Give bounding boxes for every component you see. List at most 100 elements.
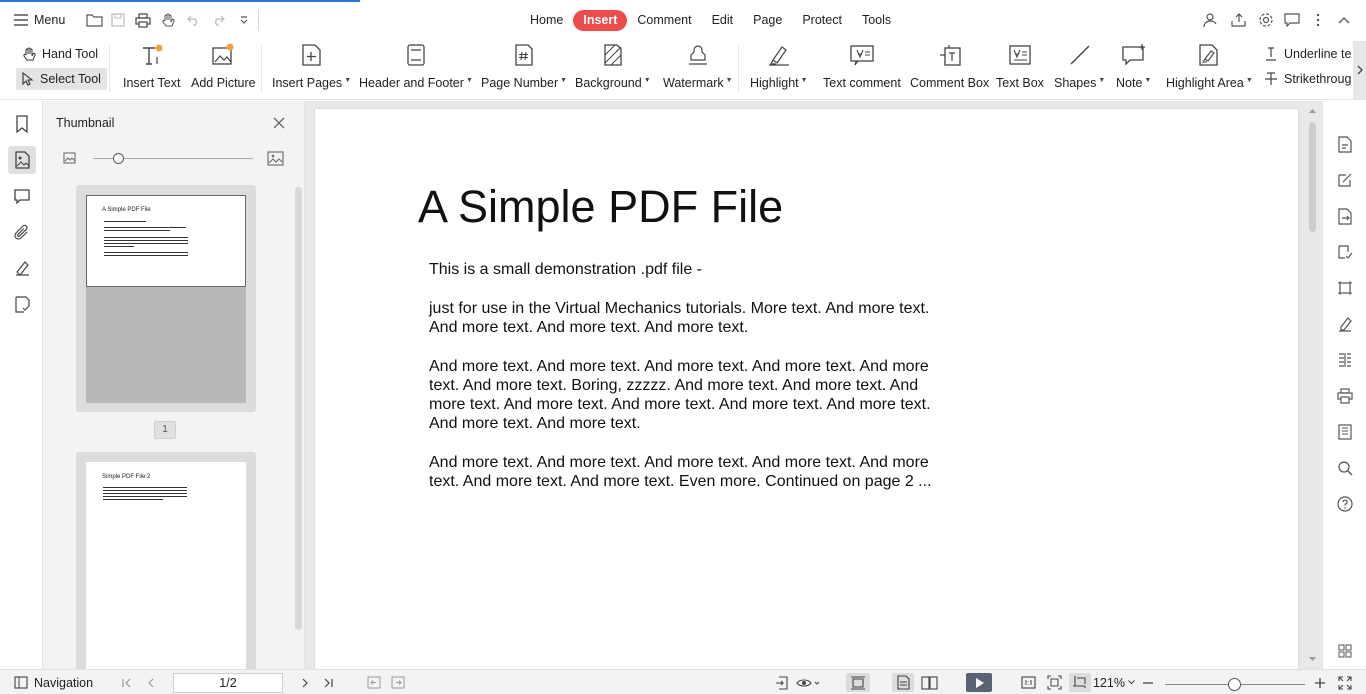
scroll-down-icon[interactable] (1309, 657, 1316, 662)
tab-home[interactable]: Home (520, 10, 573, 31)
back-view-icon[interactable] (366, 673, 382, 692)
document-vertical-scrollbar[interactable] (1306, 106, 1318, 664)
close-icon[interactable] (272, 116, 286, 130)
signature-icon[interactable] (8, 254, 36, 282)
two-page-view-icon[interactable] (918, 673, 940, 692)
forward-view-icon[interactable] (390, 673, 406, 692)
zoom-in-icon[interactable] (1312, 673, 1328, 692)
fullscreen-icon[interactable] (1336, 673, 1354, 692)
insert-text-button[interactable]: Insert Text (123, 42, 180, 90)
forms-icon[interactable] (8, 290, 36, 318)
note-button[interactable]: Note ▼ (1116, 42, 1151, 90)
zoom-level-value: 121% (1093, 675, 1125, 690)
strikethrough-button[interactable]: Strikethroug (1264, 69, 1352, 89)
next-page-icon[interactable] (297, 673, 313, 692)
account-icon[interactable] (1201, 10, 1221, 30)
text-box-icon (1007, 42, 1033, 68)
background-button[interactable]: Background ▼ (575, 42, 651, 90)
pdf-to-word-icon[interactable] (1335, 134, 1355, 154)
tab-page[interactable]: Page (743, 10, 792, 31)
dropdown-caret-icon: ▼ (560, 77, 568, 84)
single-page-view-icon[interactable] (892, 673, 914, 692)
redo-icon[interactable] (208, 10, 228, 30)
compare-icon[interactable] (1335, 350, 1355, 370)
insert-pages-button[interactable]: Insert Pages ▼ (272, 42, 351, 90)
apps-grid-icon[interactable] (1335, 641, 1355, 661)
save-icon[interactable] (108, 10, 128, 30)
attachment-icon[interactable] (8, 218, 36, 246)
thumbnail-scrollbar[interactable] (295, 187, 302, 630)
fit-page-icon[interactable] (1044, 673, 1064, 692)
cursor-arrow-icon (22, 72, 34, 86)
extract-page-icon[interactable] (773, 673, 791, 692)
hand-icon (22, 47, 36, 62)
tab-tools[interactable]: Tools (852, 10, 901, 31)
actual-size-icon[interactable] (1018, 673, 1038, 692)
underline-text-button[interactable]: Underline tex (1264, 44, 1352, 64)
open-folder-icon[interactable] (84, 10, 104, 30)
page-number-button[interactable]: Page Number ▼ (481, 42, 567, 90)
hand-icon[interactable] (158, 10, 178, 30)
customize-quick-access-icon[interactable] (234, 10, 254, 30)
scroll-up-icon[interactable] (1309, 108, 1316, 113)
large-image-icon[interactable] (267, 151, 284, 166)
watermark-button[interactable]: Watermark ▼ (663, 42, 733, 90)
highlight-area-button[interactable]: Highlight Area ▼ (1166, 42, 1253, 90)
fill-sign-icon[interactable] (1335, 242, 1355, 262)
last-page-icon[interactable] (320, 673, 336, 692)
thumbnail-page-2[interactable]: Simple PDF File 2 (76, 452, 256, 682)
tab-insert[interactable]: Insert (573, 10, 628, 31)
tab-protect[interactable]: Protect (792, 10, 852, 31)
thumbnail-page-1[interactable]: A Simple PDF File (76, 185, 256, 412)
tab-edit[interactable]: Edit (702, 10, 744, 31)
single-page-scroll-icon[interactable] (846, 673, 870, 692)
thumbnail-icon[interactable] (8, 146, 36, 174)
ribbon-scroll-right-button[interactable] (1353, 41, 1366, 99)
select-tool-button[interactable]: Select Tool (16, 68, 107, 90)
comment-box-button[interactable]: Comment Box (910, 42, 989, 90)
small-image-icon[interactable] (63, 152, 76, 164)
thumbnail-page-title: A Simple PDF File (102, 207, 151, 213)
collapse-ribbon-icon[interactable] (1334, 10, 1354, 30)
navigation-toggle[interactable]: Navigation (14, 673, 93, 692)
highlight-button[interactable]: Highlight ▼ (750, 42, 808, 90)
panel-title: Thumbnail (56, 116, 115, 130)
text-comment-button[interactable]: Text comment (823, 42, 901, 90)
header-footer-button[interactable]: Header and Footer ▼ (359, 42, 473, 90)
help-icon[interactable] (1335, 494, 1355, 514)
text-comment-label: Text comment (823, 76, 901, 90)
share-icon[interactable] (1229, 10, 1249, 30)
play-slideshow-icon[interactable] (966, 673, 992, 692)
dropdown-caret-icon: ▼ (344, 77, 352, 84)
first-page-icon[interactable] (119, 673, 135, 692)
shapes-button[interactable]: Shapes ▼ (1054, 42, 1105, 90)
compress-icon[interactable] (1335, 422, 1355, 442)
add-picture-button[interactable]: Add Picture (191, 42, 256, 90)
slider-knob[interactable] (113, 153, 124, 164)
bookmark-icon[interactable] (8, 110, 36, 138)
print-icon[interactable] (133, 10, 153, 30)
comment-icon[interactable] (8, 182, 36, 210)
zoom-slider-knob[interactable] (1228, 678, 1241, 691)
sign-pen-icon[interactable] (1335, 314, 1355, 334)
export-pdf-icon[interactable] (1335, 206, 1355, 226)
previous-page-icon[interactable] (143, 673, 159, 692)
hand-tool-button[interactable]: Hand Tool (16, 43, 104, 65)
fit-width-icon[interactable] (1069, 673, 1091, 692)
scrollbar-thumb[interactable] (1309, 122, 1316, 232)
zoom-out-icon[interactable] (1140, 673, 1156, 692)
menu-button[interactable]: Menu (14, 11, 65, 29)
ocr-search-icon[interactable] (1335, 458, 1355, 478)
tab-comment[interactable]: Comment (627, 10, 701, 31)
read-mode-icon[interactable] (794, 673, 822, 692)
crop-page-icon[interactable] (1335, 278, 1355, 298)
undo-icon[interactable] (183, 10, 203, 30)
print-icon[interactable] (1335, 386, 1355, 406)
feedback-message-icon[interactable] (1282, 10, 1302, 30)
zoom-level-dropdown[interactable]: 121% (1093, 673, 1135, 692)
more-options-icon[interactable] (1308, 10, 1328, 30)
edit-pdf-icon[interactable] (1335, 170, 1355, 190)
page-number-input[interactable]: 1/2 (173, 673, 283, 693)
settings-gear-icon[interactable] (1256, 10, 1276, 30)
text-box-button[interactable]: Text Box (996, 42, 1044, 90)
